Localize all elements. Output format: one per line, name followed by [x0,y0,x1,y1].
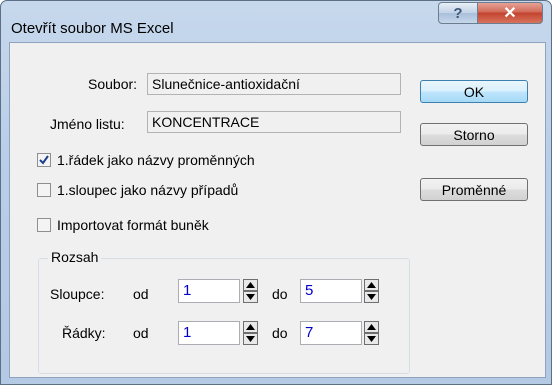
rows-label: Řádky: [62,325,106,341]
range-group-title: Rozsah [48,249,102,265]
columns-from-input[interactable]: 1 [178,279,240,303]
rows-from-label: od [133,325,149,341]
file-label: Soubor: [88,76,138,92]
title-bar[interactable]: Otevřít soubor MS Excel ? ✕ [1,1,551,41]
sheet-name-label: Jméno listu: [50,116,125,132]
rows-to-label: do [272,325,288,341]
spin-up-icon[interactable] [364,279,379,291]
close-button[interactable]: ✕ [477,2,543,24]
open-excel-dialog: Otevřít soubor MS Excel ? ✕ Soubor: Slun… [0,0,552,385]
columns-to-input[interactable]: 5 [300,279,362,303]
help-button[interactable]: ? [438,2,478,24]
rows-to-input[interactable]: 7 [300,321,362,345]
dialog-body: Soubor: Slunečnice-antioxidační Jméno li… [9,42,546,378]
file-name-field: Slunečnice-antioxidační [147,73,401,95]
first-row-names-label[interactable]: 1.řádek jako názvy proměnných [57,152,255,168]
import-cell-format-label[interactable]: Importovat formát buněk [57,217,209,233]
spin-down-icon[interactable] [364,333,379,345]
rows-to-spinner[interactable] [364,321,379,345]
sheet-name-field: KONCENTRACE [147,111,401,133]
columns-from-spinner[interactable] [243,279,258,303]
columns-label: Sloupce: [50,286,105,302]
variables-button[interactable]: Proměnné [420,178,528,201]
columns-to-spinner[interactable] [364,279,379,303]
spin-up-icon[interactable] [243,279,258,291]
columns-to-label: do [272,286,288,302]
close-icon: ✕ [503,5,517,22]
spin-down-icon[interactable] [364,291,379,303]
checkmark-icon [39,155,49,165]
spin-down-icon[interactable] [243,333,258,345]
ok-button[interactable]: OK [420,80,528,103]
range-groupbox [38,258,410,374]
cancel-button[interactable]: Storno [420,123,528,146]
help-icon: ? [453,4,463,22]
spin-up-icon[interactable] [243,321,258,333]
rows-from-input[interactable]: 1 [178,321,240,345]
first-column-names-checkbox[interactable] [37,183,51,197]
spin-up-icon[interactable] [364,321,379,333]
first-row-names-checkbox[interactable] [37,153,51,167]
import-cell-format-checkbox[interactable] [37,218,51,232]
spin-down-icon[interactable] [243,291,258,303]
rows-from-spinner[interactable] [243,321,258,345]
columns-from-label: od [133,286,149,302]
window-title: Otevřít soubor MS Excel [11,20,174,37]
first-column-names-label[interactable]: 1.sloupec jako názvy případů [57,182,238,198]
